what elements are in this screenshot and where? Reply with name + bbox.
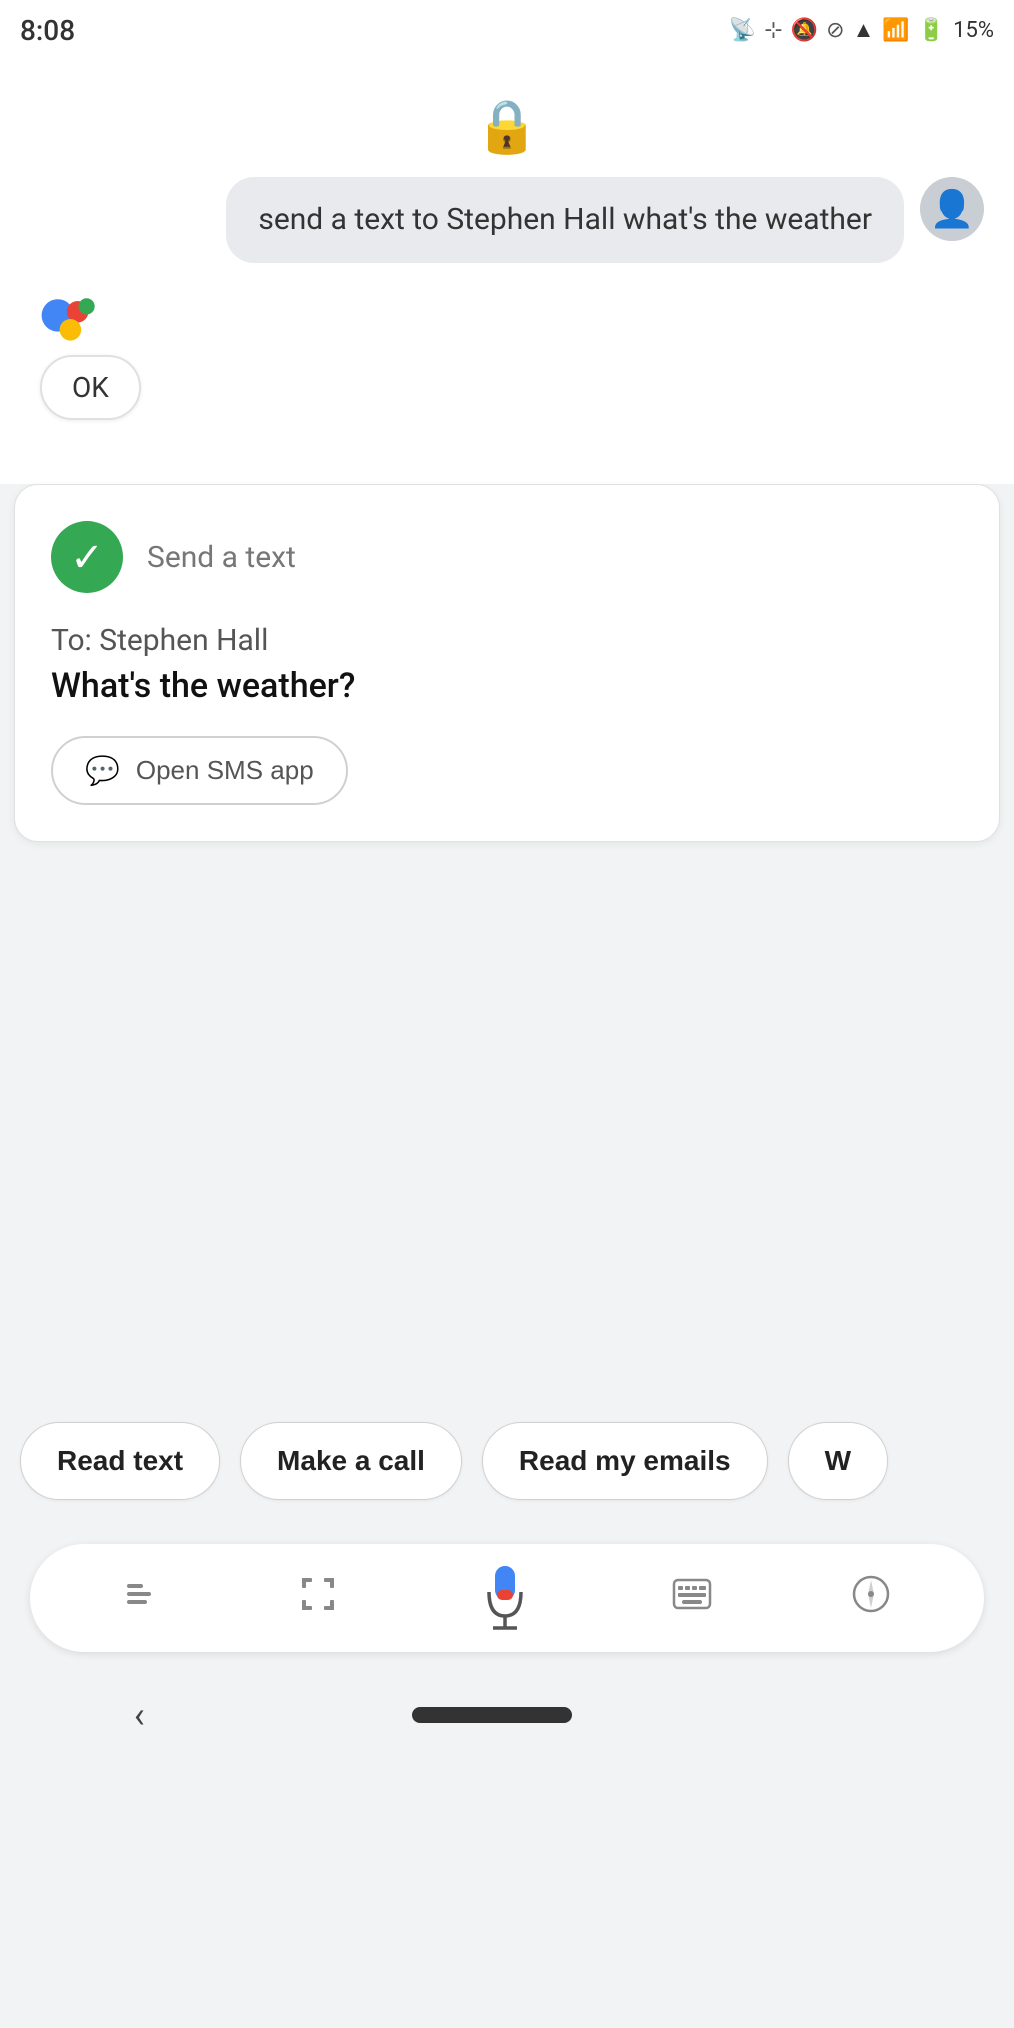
- gray-spacer: [0, 872, 1014, 1392]
- assistant-reply: OK: [40, 355, 141, 420]
- card-title: Send a text: [147, 540, 296, 575]
- card-recipient: To: Stephen Hall: [51, 623, 963, 658]
- status-time: 8:08: [20, 14, 75, 47]
- chip-make-call-label: Make a call: [277, 1445, 425, 1476]
- chip-weather-label: W: [825, 1445, 851, 1476]
- battery-percent: 15%: [953, 18, 994, 43]
- dnd-icon: ⊘: [826, 18, 844, 43]
- user-message-bubble: send a text to Stephen Hall what's the w…: [226, 177, 904, 263]
- back-button[interactable]: ‹: [134, 1694, 145, 1736]
- assistant-input-bar: [30, 1544, 984, 1652]
- chip-read-emails-label: Read my emails: [519, 1445, 731, 1476]
- keyboard-icon[interactable]: [664, 1568, 720, 1629]
- chip-weather[interactable]: W: [788, 1422, 888, 1500]
- wifi-icon: ▲: [853, 17, 875, 43]
- compass-icon[interactable]: [843, 1566, 899, 1631]
- mic-button[interactable]: [469, 1562, 541, 1634]
- notification-icons: 📡 ⊹ 🔕 ⊘ ▲ 📶 🔋 15%: [729, 17, 994, 43]
- cast-icon: 📡: [729, 18, 756, 43]
- chip-read-text-label: Read text: [57, 1445, 183, 1476]
- mute-icon: 🔕: [791, 18, 818, 43]
- chip-make-call[interactable]: Make a call: [240, 1422, 462, 1500]
- lock-area: 🔒: [0, 56, 1014, 177]
- lens-icon[interactable]: [290, 1566, 346, 1631]
- google-assistant-dots: [38, 293, 110, 345]
- user-avatar-icon: 👤: [930, 188, 975, 230]
- mic-icon: [479, 1562, 531, 1634]
- sms-icon: 💬: [85, 754, 120, 787]
- nav-bar: ‹: [0, 1672, 1014, 1752]
- user-avatar: 👤: [920, 177, 984, 241]
- open-sms-button[interactable]: 💬 Open SMS app: [51, 736, 348, 805]
- signal-icon: 📶: [882, 18, 909, 43]
- home-indicator[interactable]: [412, 1707, 572, 1723]
- card-header: ✓ Send a text: [51, 521, 963, 593]
- chat-area: send a text to Stephen Hall what's the w…: [0, 177, 1014, 484]
- bottom-bar: [0, 1530, 1014, 1672]
- menu-icon[interactable]: [115, 1568, 167, 1629]
- user-message-row: send a text to Stephen Hall what's the w…: [30, 177, 984, 263]
- suggestion-chips: Read text Make a call Read my emails W: [0, 1392, 1014, 1530]
- card-message: What's the weather?: [51, 666, 963, 706]
- status-bar: 8:08 📡 ⊹ 🔕 ⊘ ▲ 📶 🔋 15%: [0, 0, 1014, 56]
- lock-icon: 🔒: [475, 96, 540, 157]
- send-text-card: ✓ Send a text To: Stephen Hall What's th…: [14, 484, 1000, 842]
- chip-read-text[interactable]: Read text: [20, 1422, 220, 1500]
- battery-icon: 🔋: [918, 18, 945, 43]
- chip-read-emails[interactable]: Read my emails: [482, 1422, 768, 1500]
- check-icon: ✓: [70, 534, 104, 581]
- bluetooth-icon: ⊹: [764, 18, 782, 43]
- check-circle: ✓: [51, 521, 123, 593]
- sms-button-label: Open SMS app: [136, 755, 314, 786]
